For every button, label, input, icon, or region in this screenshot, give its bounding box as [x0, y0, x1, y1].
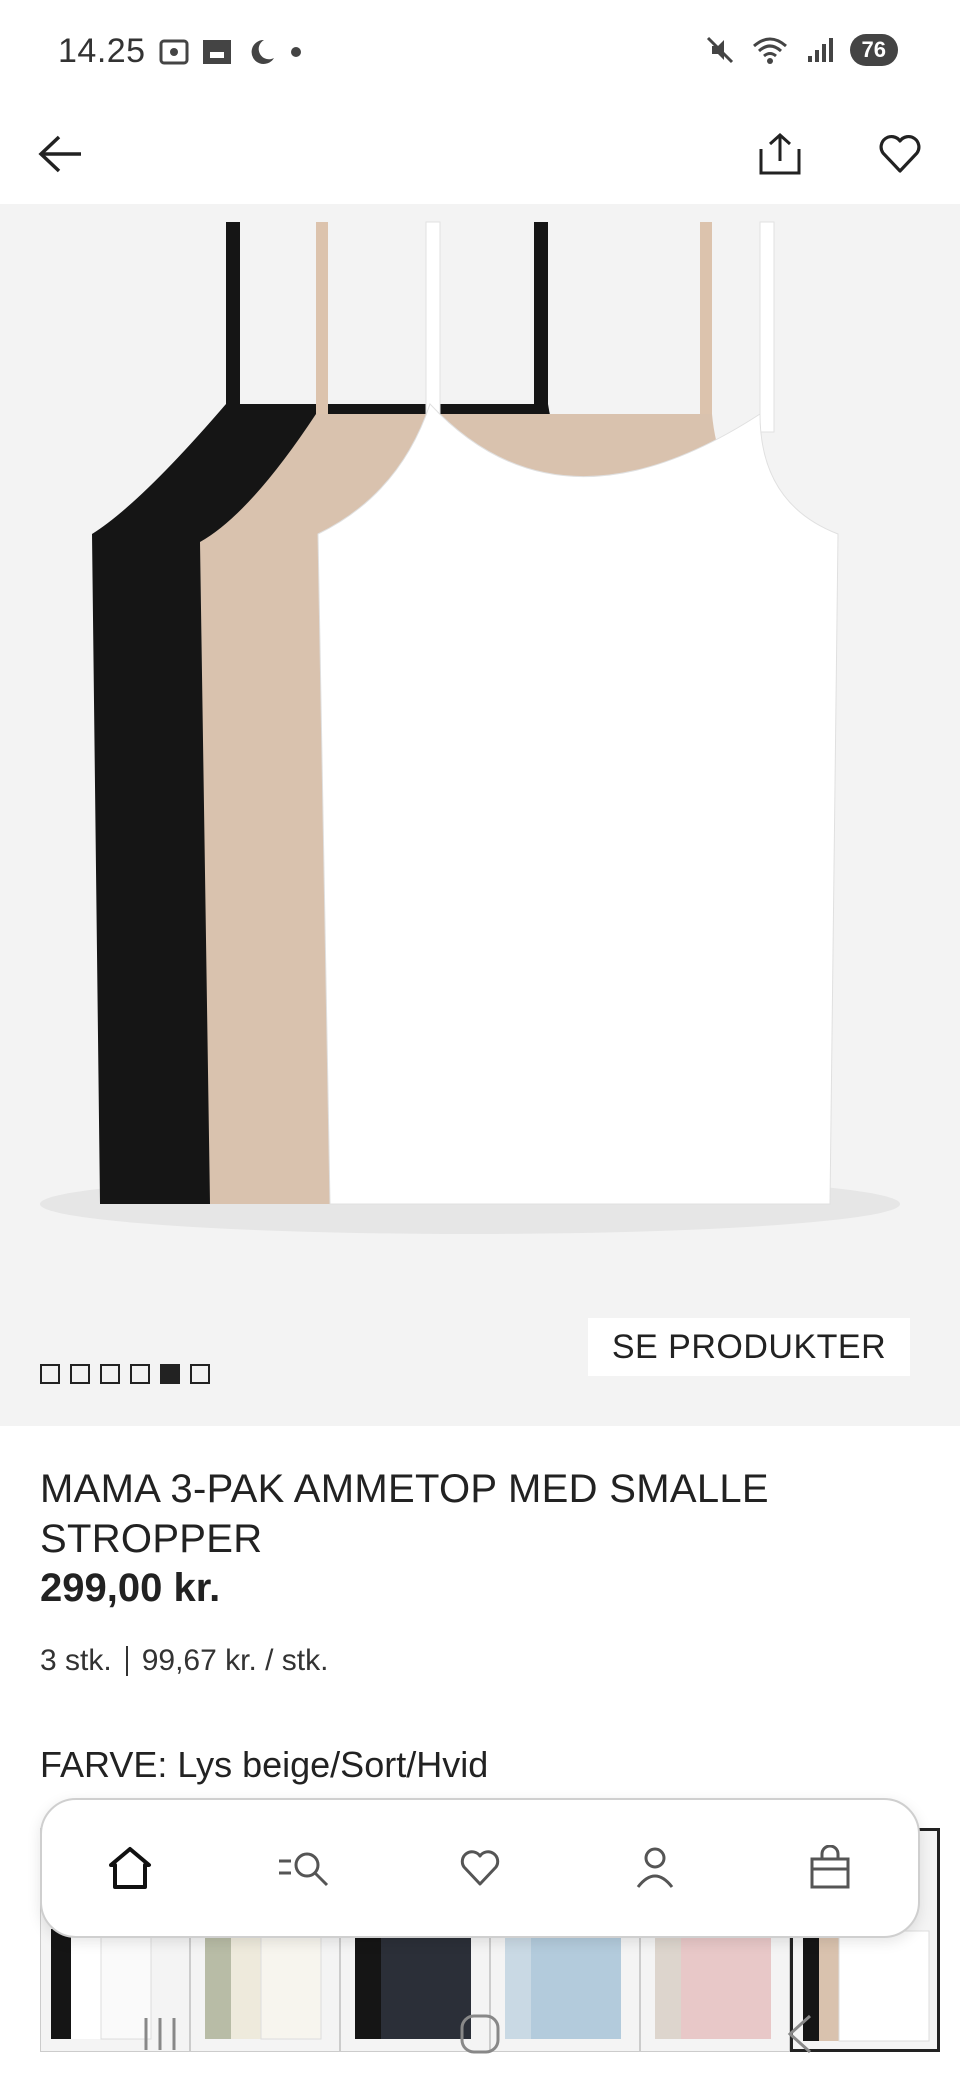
pack-separator [125, 1646, 128, 1676]
store-icon [203, 40, 231, 64]
top-app-bar [0, 104, 960, 204]
pack-count: 3 stk. [40, 1644, 112, 1677]
carousel-dot[interactable] [100, 1364, 120, 1384]
color-label: FARVE: [40, 1744, 168, 1785]
pack-info: 3 stk. 99,67 kr. / stk. [40, 1644, 328, 1678]
signal-icon [807, 38, 833, 62]
share-icon [759, 132, 801, 175]
shopping-bag-icon [810, 1845, 850, 1889]
user-icon [636, 1847, 674, 1888]
notification-dot-icon [291, 47, 301, 57]
color-info: FARVE: Lys beige/Sort/Hvid [40, 1744, 488, 1786]
nav-favorites-button[interactable] [440, 1828, 520, 1908]
carousel-indicators [40, 1364, 210, 1384]
arrow-left-icon [38, 135, 81, 173]
home-circle-icon [460, 2014, 500, 2054]
mute-icon [706, 36, 733, 64]
nav-search-button[interactable] [265, 1828, 345, 1908]
carousel-dot[interactable] [40, 1364, 60, 1384]
nav-home-button[interactable] [90, 1828, 170, 1908]
product-photo [0, 204, 960, 1426]
product-title: MAMA 3-PAK AMMETOP MED SMALLE STROPPER [40, 1467, 769, 1561]
favorite-button[interactable] [870, 124, 930, 184]
status-bar: 14.25 76 [0, 0, 960, 104]
unit-price: 99,67 kr. / stk. [141, 1644, 329, 1677]
search-icon [278, 1852, 328, 1887]
heart-icon [460, 1850, 500, 1886]
nav-bag-button[interactable] [790, 1828, 870, 1908]
back-system-button[interactable] [760, 2004, 840, 2064]
home-icon [108, 1847, 151, 1889]
do-not-disturb-moon-icon [251, 39, 274, 64]
see-products-button[interactable]: SE PRODUKTER [588, 1318, 910, 1376]
share-button[interactable] [750, 124, 810, 184]
system-navigation-bar [0, 1988, 960, 2080]
heart-icon [879, 135, 921, 173]
recent-apps-button[interactable] [120, 2004, 200, 2064]
carousel-dot[interactable] [190, 1364, 210, 1384]
battery-level: 76 [849, 34, 898, 66]
nav-account-button[interactable] [615, 1828, 695, 1908]
home-system-button[interactable] [440, 2004, 520, 2064]
product-price: 299,00 kr. [40, 1566, 221, 1610]
color-value: Lys beige/Sort/Hvid [177, 1744, 489, 1785]
carousel-dot-active[interactable] [160, 1364, 180, 1384]
screenshot-icon [159, 39, 189, 65]
back-button[interactable] [30, 124, 90, 184]
bottom-navigation-bar [40, 1798, 920, 1938]
chevron-left-icon [787, 2014, 812, 2054]
carousel-dot[interactable] [70, 1364, 90, 1384]
status-time: 14.25 [58, 32, 146, 70]
recent-apps-icon [144, 2018, 176, 2050]
status-notification-icons [158, 36, 304, 68]
status-system-icons: 76 [704, 34, 898, 66]
wifi-icon [752, 37, 787, 64]
product-image-carousel[interactable]: SE PRODUKTER [0, 204, 960, 1426]
carousel-dot[interactable] [130, 1364, 150, 1384]
